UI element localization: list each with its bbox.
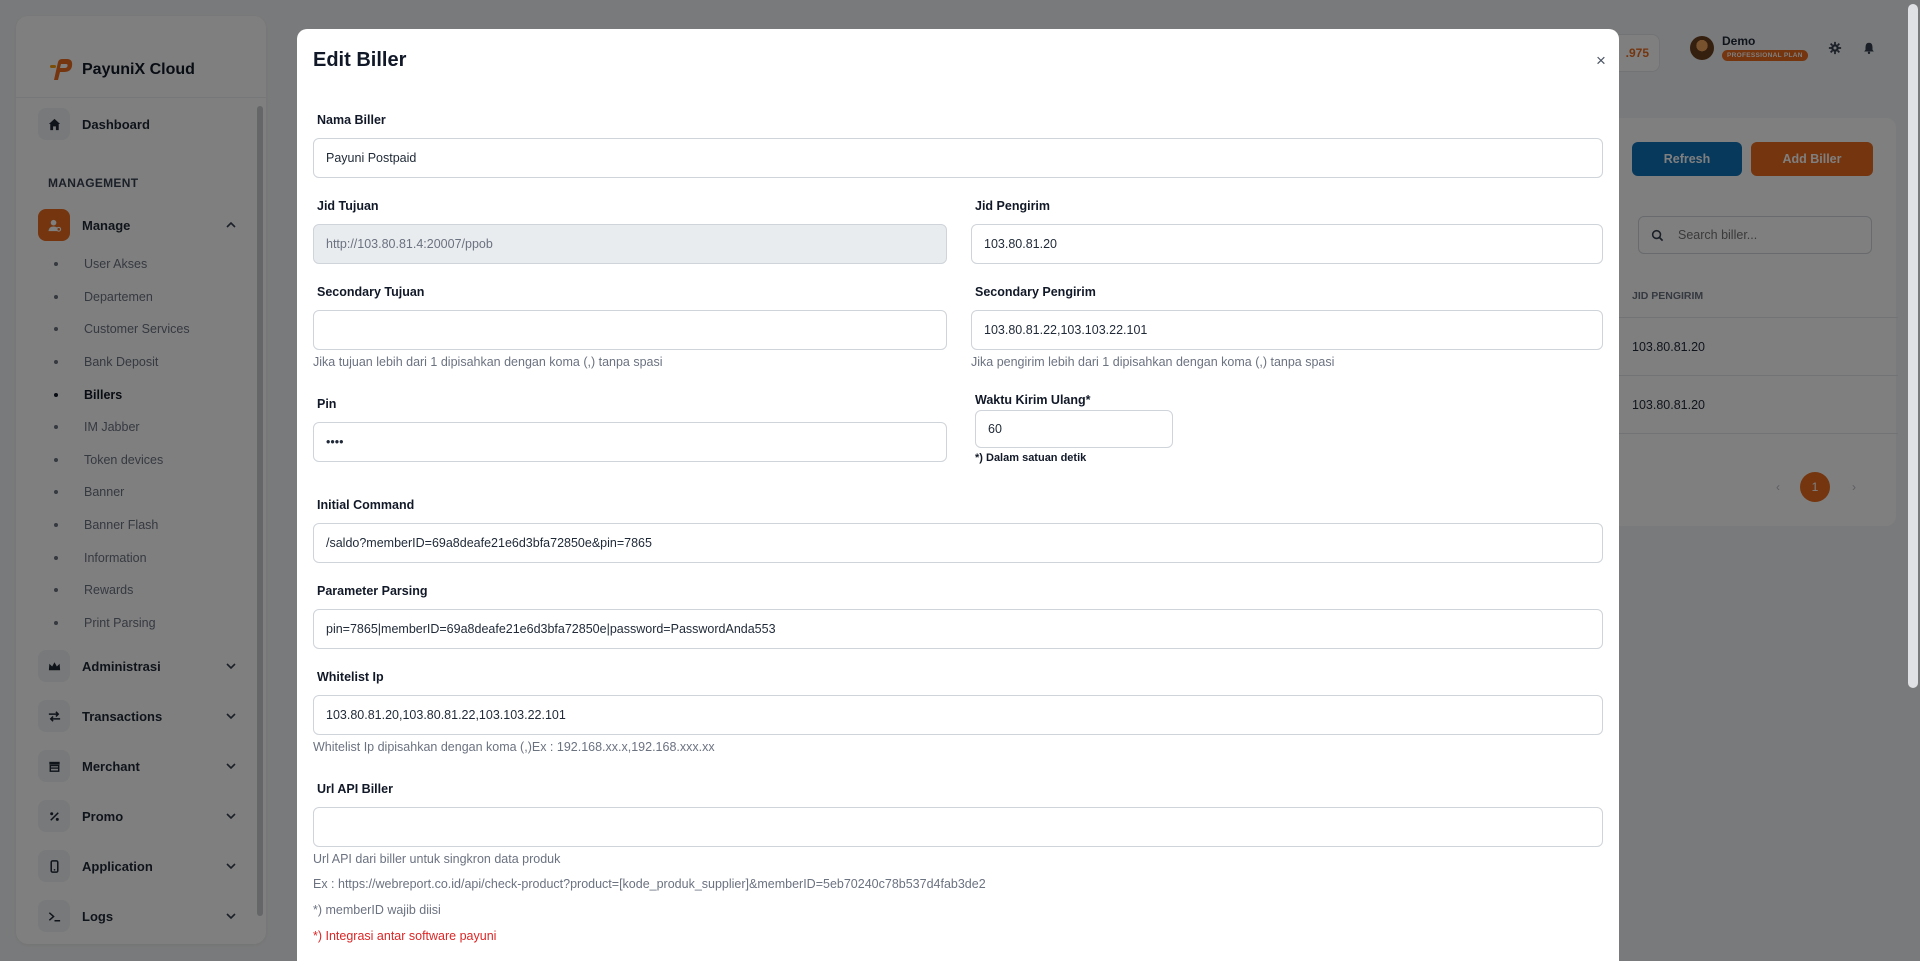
initial-command-label: Initial Command — [317, 498, 415, 512]
parameter-parsing-input[interactable] — [313, 609, 1603, 649]
waktu-kirim-label: Waktu Kirim Ulang* — [975, 393, 1091, 407]
parameter-parsing-label: Parameter Parsing — [317, 584, 428, 598]
initial-command-input[interactable] — [313, 523, 1603, 563]
nama-biller-label: Nama Biller — [317, 113, 386, 127]
url-api-label: Url API Biller — [317, 782, 393, 796]
close-icon[interactable]: × — [1591, 51, 1611, 71]
jid-pengirim-input[interactable] — [971, 224, 1603, 264]
url-api-member-note: *) memberID wajib diisi — [313, 903, 441, 917]
waktu-kirim-note: *) Dalam satuan detik — [975, 452, 1087, 464]
modal-title: Edit Biller — [313, 49, 407, 71]
whitelist-ip-label: Whitelist Ip — [317, 670, 384, 684]
whitelist-ip-hint: Whitelist Ip dipisahkan dengan koma (,)E… — [313, 740, 715, 754]
whitelist-ip-input[interactable] — [313, 695, 1603, 735]
secondary-tujuan-input[interactable] — [313, 310, 947, 350]
url-api-hint: Url API dari biller untuk singkron data … — [313, 852, 561, 866]
edit-biller-modal: Edit Biller × Nama Biller Jid Tujuan Jid… — [297, 29, 1619, 961]
url-api-integration-note: *) Integrasi antar software payuni — [313, 929, 497, 943]
url-api-input[interactable] — [313, 807, 1603, 847]
waktu-kirim-input[interactable] — [975, 410, 1173, 448]
secondary-tujuan-label: Secondary Tujuan — [317, 285, 425, 299]
pin-input[interactable] — [313, 422, 947, 462]
jid-tujuan-label: Jid Tujuan — [317, 199, 379, 213]
pin-label: Pin — [317, 397, 337, 411]
nama-biller-input[interactable] — [313, 138, 1603, 178]
jid-tujuan-input — [313, 224, 947, 264]
secondary-pengirim-hint: Jika pengirim lebih dari 1 dipisahkan de… — [971, 355, 1335, 369]
secondary-tujuan-hint: Jika tujuan lebih dari 1 dipisahkan deng… — [313, 355, 663, 369]
secondary-pengirim-label: Secondary Pengirim — [975, 285, 1096, 299]
page-scrollbar[interactable] — [1908, 4, 1918, 688]
jid-pengirim-label: Jid Pengirim — [975, 199, 1051, 213]
url-api-example: Ex : https://webreport.co.id/api/check-p… — [313, 877, 986, 891]
secondary-pengirim-input[interactable] — [971, 310, 1603, 350]
